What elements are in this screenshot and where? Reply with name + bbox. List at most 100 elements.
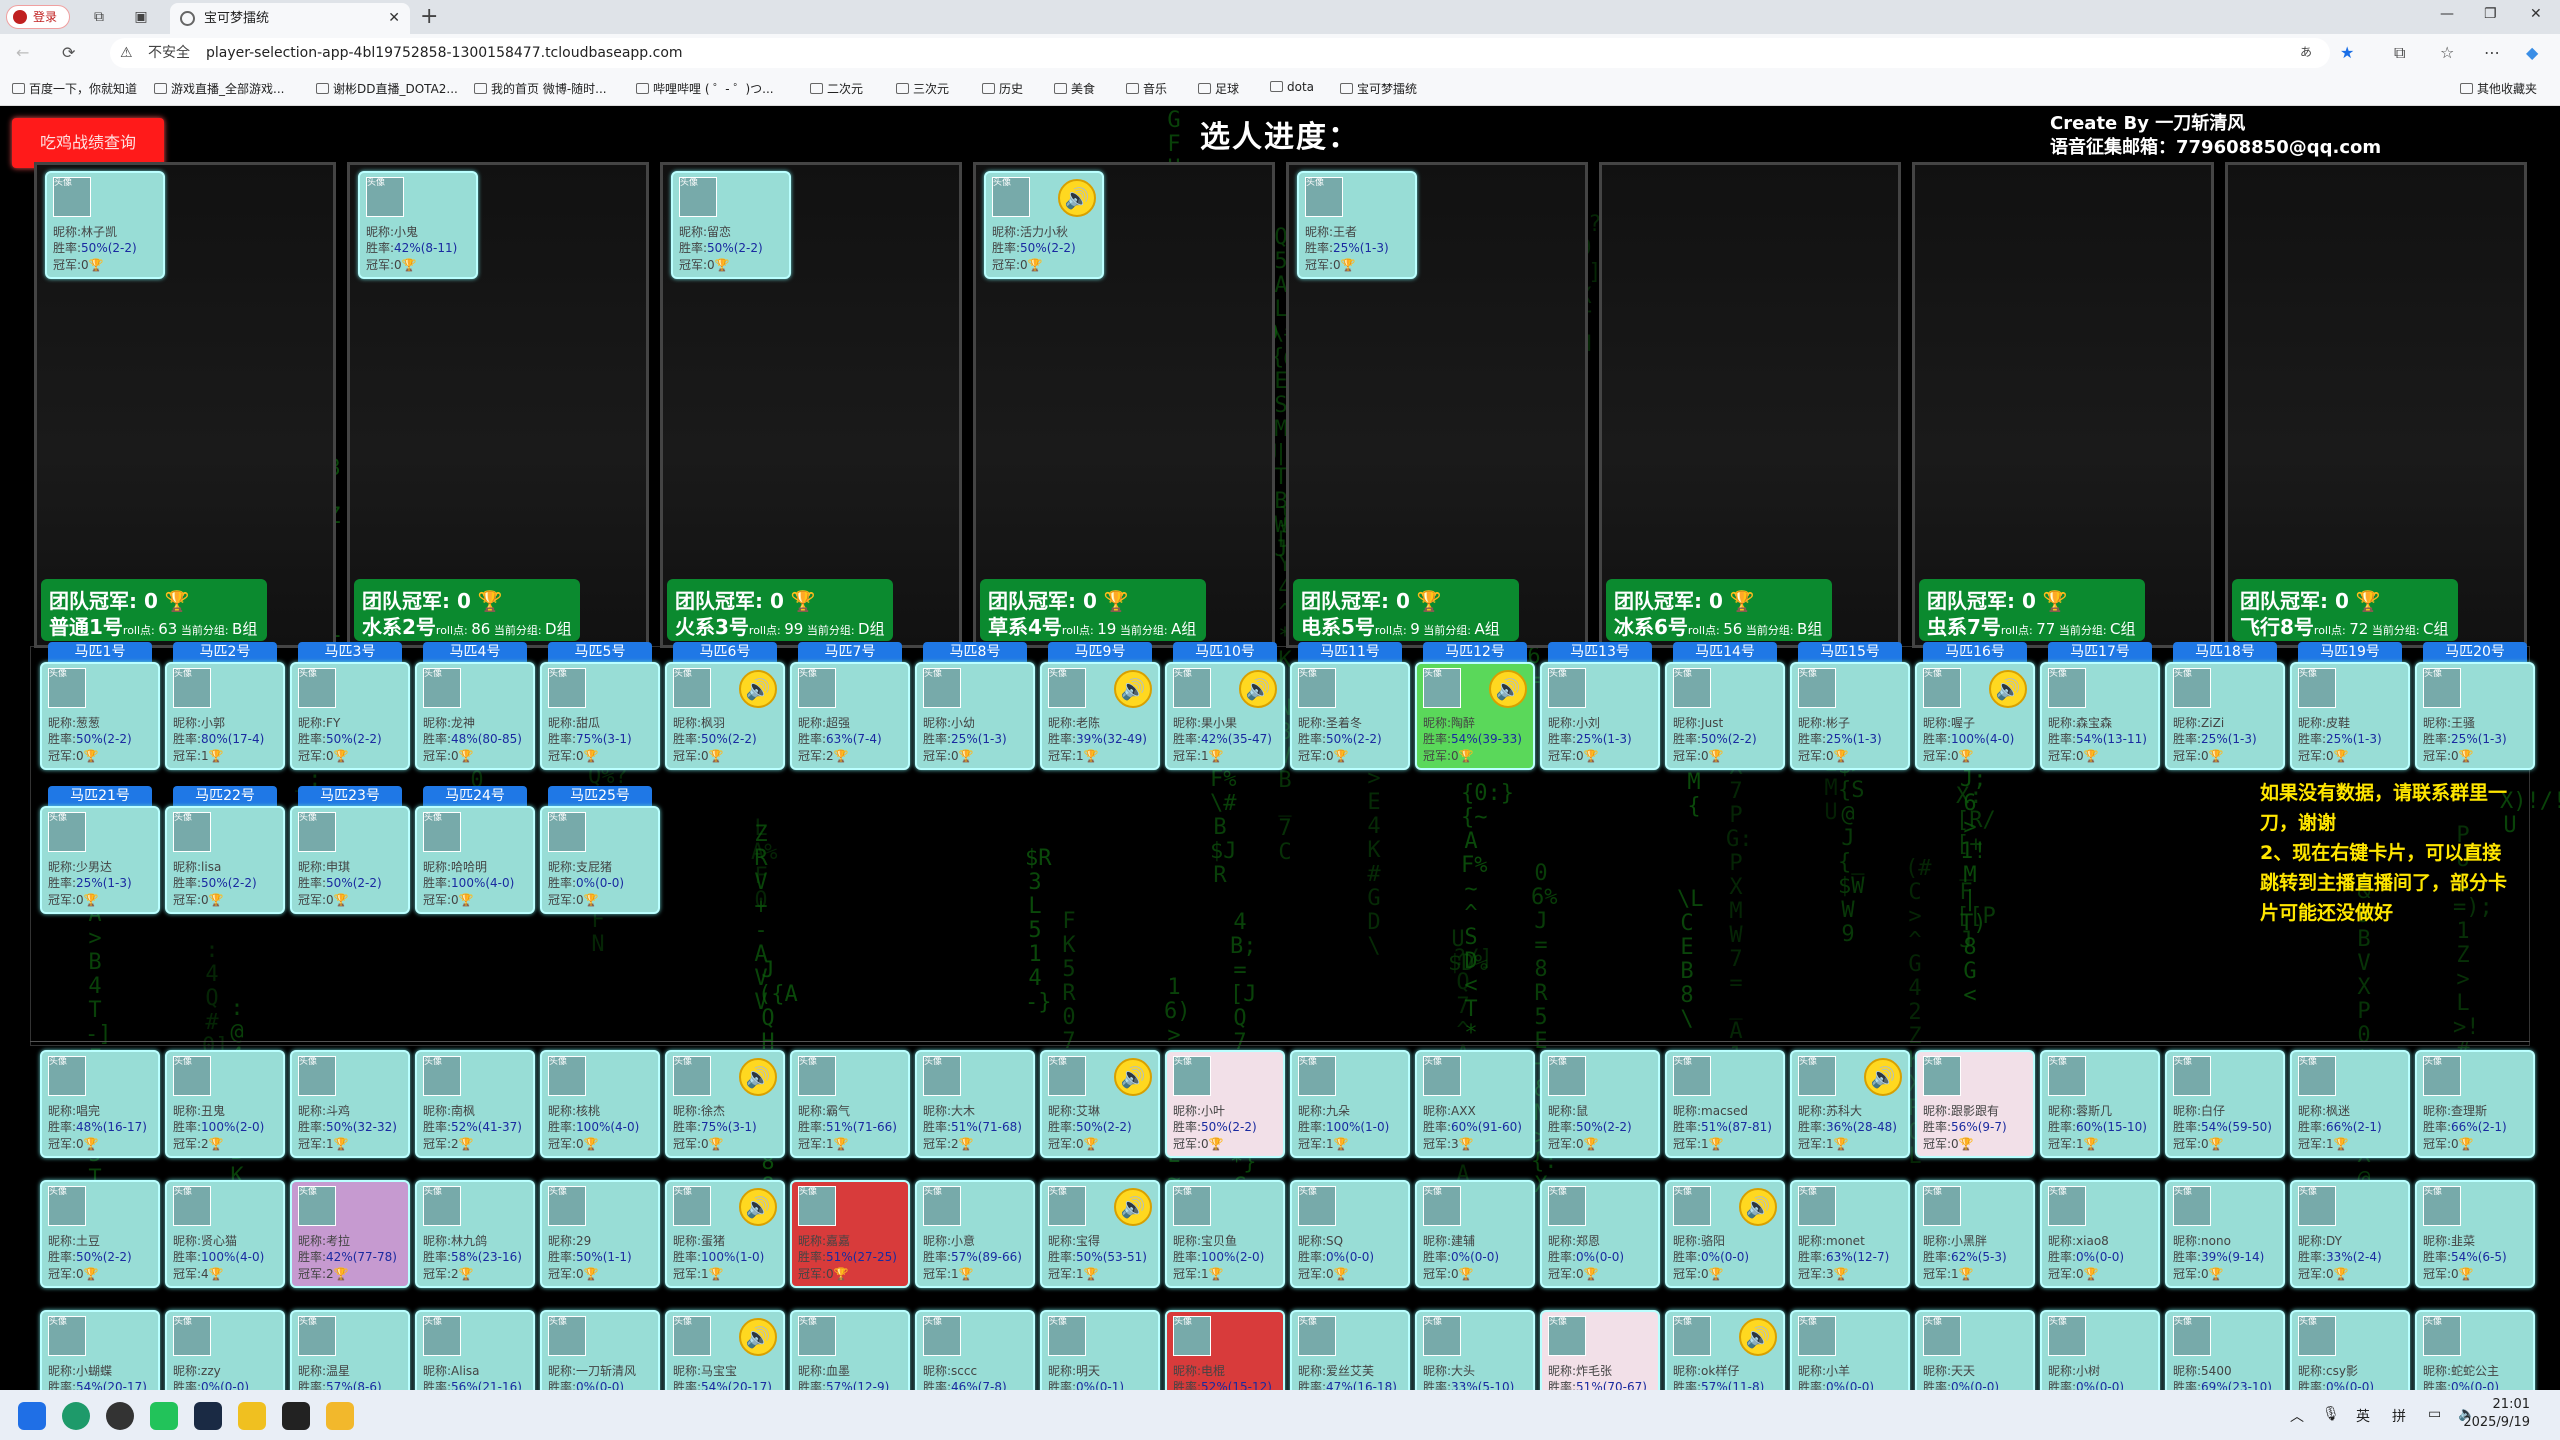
copilot-icon[interactable]: ◆ <box>2526 43 2538 62</box>
team-panel[interactable]: 头像 昵称:留恋 胜率:50%(2-2) 冠军:0🏆 团队冠军: 0 🏆 火系3号roll… <box>660 162 962 648</box>
minimize-icon[interactable]: — <box>2440 6 2454 22</box>
player-card[interactable]: 头像昵称:小树胜率:0%(0-0)冠军:0🏆 <box>2040 1310 2160 1390</box>
team-panel[interactable]: 头像 昵称:林子凯 胜率:50%(2-2) 冠军:0🏆 团队冠军: 0 🏆 普通1号rol… <box>34 162 336 648</box>
player-card[interactable]: 头像 昵称:嘉嘉 胜率:51%(27-25) 冠军:0🏆 <box>790 1180 910 1288</box>
player-card[interactable]: 头像 昵称:小鬼 胜率:42%(8-11) 冠军:0🏆 <box>358 171 478 279</box>
back-icon[interactable]: ← <box>16 43 29 62</box>
team-panel[interactable]: 团队冠军: 0 🏆 冰系6号roll点: 56 当前分组: B组 <box>1599 162 1901 648</box>
player-card[interactable]: 头像 昵称:小刘 胜率:25%(1-3) 冠军:0🏆 <box>1540 662 1660 770</box>
more-icon[interactable]: ⋯ <box>2484 43 2500 62</box>
player-card[interactable]: 头像 🔊 昵称:苏科大 胜率:36%(28-48) 冠军:1🏆 <box>1790 1050 1910 1158</box>
player-card[interactable]: 头像 昵称:丑鬼 胜率:100%(2-0) 冠军:2🏆 <box>165 1050 285 1158</box>
close-window-icon[interactable]: ✕ <box>2530 6 2542 22</box>
player-card[interactable]: 头像 昵称:少男达 胜率:25%(1-3) 冠军:0🏆 <box>40 806 160 914</box>
speaker-icon[interactable]: 🔊 <box>739 1058 777 1096</box>
player-card[interactable]: 头像 昵称:皮鞋 胜率:25%(1-3) 冠军:0🏆 <box>2290 662 2410 770</box>
player-card[interactable]: 头像 昵称:南枫 胜率:52%(41-37) 冠军:2🏆 <box>415 1050 535 1158</box>
player-card[interactable]: 头像🔊昵称:马宝宝胜率:54%(20-17)冠军:0🏆 <box>665 1310 785 1390</box>
player-card[interactable]: 头像 昵称:考拉 胜率:42%(77-78) 冠军:2🏆 <box>290 1180 410 1288</box>
player-card[interactable]: 头像昵称:大头胜率:33%(5-10)冠军:0🏆 <box>1415 1310 1535 1390</box>
player-card[interactable]: 头像 昵称:xiao8 胜率:0%(0-0) 冠军:0🏆 <box>2040 1180 2160 1288</box>
player-card[interactable]: 头像 昵称:ZiZi 胜率:25%(1-3) 冠军:0🏆 <box>2165 662 2285 770</box>
address-bar[interactable]: ⚠ 不安全 player-selection-app-4bl19752858-130… <box>110 38 2330 68</box>
player-card[interactable]: 头像昵称:小羊胜率:0%(0-0)冠军:0🏆 <box>1790 1310 1910 1390</box>
speaker-icon[interactable]: 🔊 <box>1739 1318 1777 1356</box>
player-card[interactable]: 头像🔊昵称:ok样仔胜率:57%(11-8)冠军:0🏆 <box>1665 1310 1785 1390</box>
player-card[interactable]: 头像昵称:蛇蛇公主胜率:0%(0-0)冠军:0🏆 <box>2415 1310 2535 1390</box>
speaker-icon[interactable]: 🔊 <box>1239 670 1277 708</box>
player-card[interactable]: 头像昵称:Alisa胜率:56%(21-16)冠军:0🏆 <box>415 1310 535 1390</box>
ime-lang[interactable]: 英 <box>2356 1406 2370 1426</box>
bookmark-item[interactable]: 宝可梦擂统 <box>1340 80 1417 97</box>
player-card[interactable]: 头像 🔊 昵称:果小果 胜率:42%(35-47) 冠军:1🏆 <box>1165 662 1285 770</box>
bookmark-item[interactable]: 美食 <box>1054 80 1095 97</box>
player-card[interactable]: 头像昵称:爱丝艾芙胜率:47%(16-18)冠军:0🏆 <box>1290 1310 1410 1390</box>
player-card[interactable]: 头像 昵称:王者 胜率:25%(1-3) 冠军:0🏆 <box>1297 171 1417 279</box>
player-card[interactable]: 头像 🔊 昵称:枫羽 胜率:50%(2-2) 冠军:0🏆 <box>665 662 785 770</box>
player-card[interactable]: 头像 🔊 昵称:骆阳 胜率:0%(0-0) 冠军:0🏆 <box>1665 1180 1785 1288</box>
player-card[interactable]: 头像 🔊 昵称:陶醉 胜率:54%(39-33) 冠军:0🏆 <box>1415 662 1535 770</box>
player-card[interactable]: 头像昵称:电棍胜率:52%(15-12)冠军:0🏆 <box>1165 1310 1285 1390</box>
player-card[interactable]: 头像 🔊 昵称:徐杰 胜率:75%(3-1) 冠军:0🏆 <box>665 1050 785 1158</box>
player-card[interactable]: 头像 昵称:留恋 胜率:50%(2-2) 冠军:0🏆 <box>671 171 791 279</box>
folder-icon[interactable] <box>326 1402 354 1430</box>
player-card[interactable]: 头像 昵称:小叶 胜率:50%(2-2) 冠军:0🏆 <box>1165 1050 1285 1158</box>
player-card[interactable]: 头像 昵称:DY 胜率:33%(2-4) 冠军:0🏆 <box>2290 1180 2410 1288</box>
player-card[interactable]: 头像昵称:小蝴蝶胜率:54%(20-17)冠军:0🏆 <box>40 1310 160 1390</box>
player-card[interactable]: 头像 昵称:葱葱 胜率:50%(2-2) 冠军:0🏆 <box>40 662 160 770</box>
player-card[interactable]: 头像 昵称:申琪 胜率:50%(2-2) 冠军:0🏆 <box>290 806 410 914</box>
player-card[interactable]: 头像 昵称:monet 胜率:63%(12-7) 冠军:3🏆 <box>1790 1180 1910 1288</box>
network-icon[interactable]: ▭ <box>2428 1406 2441 1422</box>
favorite-star-icon[interactable]: ★ <box>2340 43 2354 62</box>
speaker-icon[interactable]: 🔊 <box>739 1188 777 1226</box>
clock[interactable]: 21:01 2025/9/19 <box>2463 1396 2530 1432</box>
player-card[interactable]: 头像昵称:sccc胜率:46%(7-8)冠军:0🏆 <box>915 1310 1035 1390</box>
player-card[interactable]: 头像 昵称:甜瓜 胜率:75%(3-1) 冠军:0🏆 <box>540 662 660 770</box>
player-card[interactable]: 头像 昵称:FY 胜率:50%(2-2) 冠军:0🏆 <box>290 662 410 770</box>
player-card[interactable]: 头像 昵称:鼠 胜率:50%(2-2) 冠军:0🏆 <box>1540 1050 1660 1158</box>
bookmark-item[interactable]: 哔哩哔哩 ( ゜- ゜)つ... <box>636 80 774 97</box>
player-card[interactable]: 头像 昵称:小郭 胜率:80%(17-4) 冠军:1🏆 <box>165 662 285 770</box>
player-card[interactable]: 头像 昵称:lisa 胜率:50%(2-2) 冠军:0🏆 <box>165 806 285 914</box>
player-card[interactable]: 头像昵称:明天胜率:0%(0-1)冠军:0🏆 <box>1040 1310 1160 1390</box>
speaker-icon[interactable]: 🔊 <box>1739 1188 1777 1226</box>
steam-icon[interactable] <box>194 1402 222 1430</box>
player-card[interactable]: 头像 昵称:宝贝鱼 胜率:100%(2-0) 冠军:1🏆 <box>1165 1180 1285 1288</box>
player-card[interactable]: 头像 昵称:蓉斯几 胜率:60%(15-10) 冠军:1🏆 <box>2040 1050 2160 1158</box>
bookmark-item[interactable]: 游戏直播_全部游戏... <box>154 80 284 97</box>
chrome-icon[interactable] <box>106 1402 134 1430</box>
player-card[interactable]: 头像 昵称:macsed 胜率:51%(87-81) 冠军:1🏆 <box>1665 1050 1785 1158</box>
mic-icon[interactable]: 🎙 <box>2322 1406 2340 1422</box>
wechat-icon[interactable] <box>150 1402 178 1430</box>
bookmark-item[interactable]: 我的首页 微博-随时... <box>474 80 607 97</box>
player-card[interactable]: 头像 昵称:查理斯 胜率:66%(2-1) 冠军:0🏆 <box>2415 1050 2535 1158</box>
workspaces-icon[interactable]: ⧉ <box>90 8 108 26</box>
dota-icon[interactable] <box>282 1402 310 1430</box>
edge-icon[interactable] <box>62 1402 90 1430</box>
speaker-icon[interactable]: 🔊 <box>1114 1058 1152 1096</box>
player-card[interactable]: 头像昵称:zzy胜率:0%(0-0)冠军:0🏆 <box>165 1310 285 1390</box>
player-card[interactable]: 头像 昵称:大木 胜率:51%(71-68) 冠军:2🏆 <box>915 1050 1035 1158</box>
ime-mode[interactable]: 拼 <box>2392 1406 2406 1426</box>
player-card[interactable]: 头像 🔊 昵称:宝得 胜率:50%(53-51) 冠军:1🏆 <box>1040 1180 1160 1288</box>
player-card[interactable]: 头像昵称:炸毛张胜率:51%(70-67)冠军:0🏆 <box>1540 1310 1660 1390</box>
bookmark-item[interactable]: 谢彬DD直播_DOTA2... <box>316 80 458 97</box>
player-card[interactable]: 头像昵称:血墨胜率:57%(12-9)冠军:0🏆 <box>790 1310 910 1390</box>
player-card[interactable]: 头像 昵称:支屁猪 胜率:0%(0-0) 冠军:0🏆 <box>540 806 660 914</box>
player-card[interactable]: 头像 昵称:斗鸡 胜率:50%(32-32) 冠军:1🏆 <box>290 1050 410 1158</box>
other-bookmarks[interactable]: 其他收藏夹 <box>2460 80 2537 97</box>
player-card[interactable]: 头像 🔊 昵称:喔子 胜率:100%(4-0) 冠军:0🏆 <box>1915 662 2035 770</box>
bookmark-item[interactable]: 足球 <box>1198 80 1239 97</box>
read-aloud-icon[interactable]: あ <box>2300 43 2312 60</box>
player-card[interactable]: 头像 昵称:枫迷 胜率:66%(2-1) 冠军:1🏆 <box>2290 1050 2410 1158</box>
player-card[interactable]: 头像 昵称:建辅 胜率:0%(0-0) 冠军:0🏆 <box>1415 1180 1535 1288</box>
bookmark-item[interactable]: 历史 <box>982 80 1023 97</box>
player-card[interactable]: 头像 昵称:林子凯 胜率:50%(2-2) 冠军:0🏆 <box>45 171 165 279</box>
player-card[interactable]: 头像 🔊 昵称:艾琳 胜率:50%(2-2) 冠军:0🏆 <box>1040 1050 1160 1158</box>
player-card[interactable]: 头像 昵称:小黑胖 胜率:62%(5-3) 冠军:1🏆 <box>1915 1180 2035 1288</box>
speaker-icon[interactable]: 🔊 <box>1489 670 1527 708</box>
player-card[interactable]: 头像昵称:温星胜率:57%(8-6)冠军:0🏆 <box>290 1310 410 1390</box>
player-card[interactable]: 头像 昵称:贤心猫 胜率:100%(4-0) 冠军:4🏆 <box>165 1180 285 1288</box>
player-card[interactable]: 头像 昵称:核桃 胜率:100%(4-0) 冠军:0🏆 <box>540 1050 660 1158</box>
player-card[interactable]: 头像 昵称:哈哈明 胜率:100%(4-0) 冠军:0🏆 <box>415 806 535 914</box>
